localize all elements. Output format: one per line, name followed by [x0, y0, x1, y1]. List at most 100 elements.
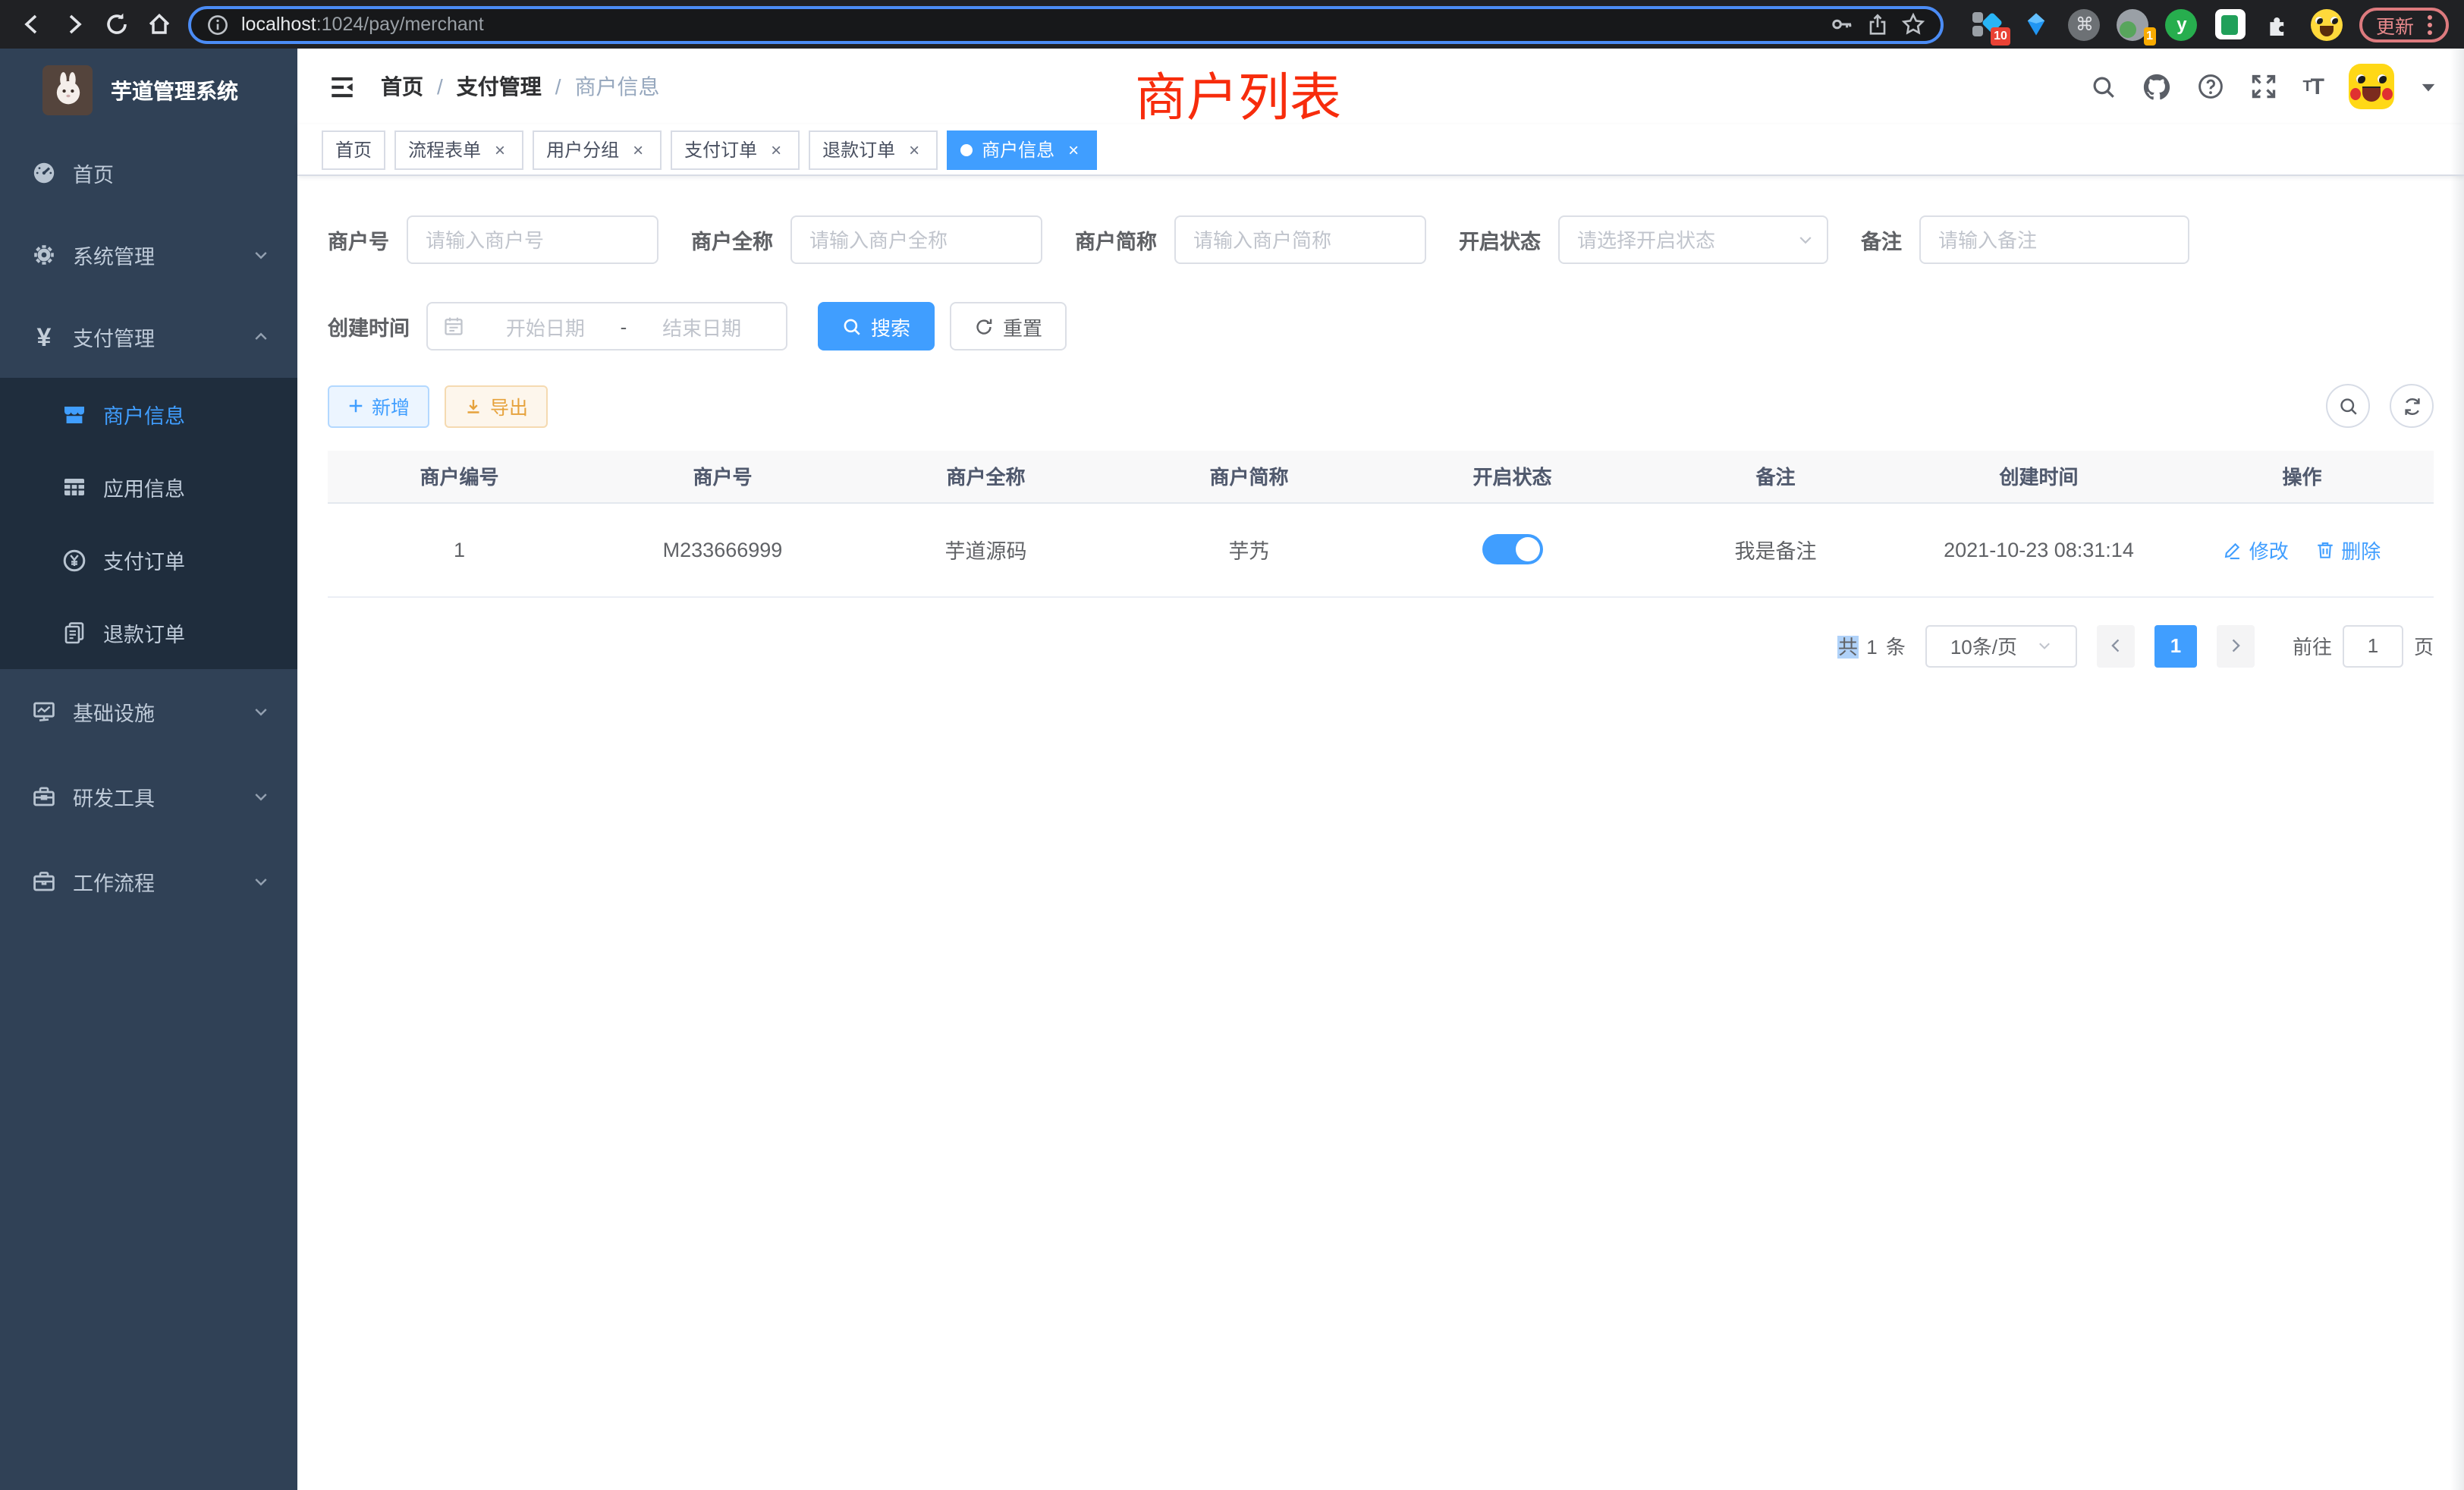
browser-reload-button[interactable] — [97, 5, 137, 44]
fullscreen-icon[interactable] — [2249, 73, 2277, 100]
cell-create-time: 2021-10-23 08:31:14 — [1907, 502, 2170, 596]
status-toggle[interactable] — [1482, 534, 1543, 564]
extensions-puzzle-icon[interactable] — [2262, 8, 2296, 41]
browser-back-button[interactable] — [12, 5, 52, 44]
tab-home[interactable]: 首页 — [322, 130, 385, 169]
user-menu-caret-icon[interactable] — [2420, 78, 2437, 95]
browser-url-bar[interactable]: localhost:1024/pay/merchant — [188, 5, 1944, 43]
sidebar-collapse-icon[interactable] — [325, 70, 358, 103]
share-icon[interactable] — [1866, 13, 1889, 36]
browser-toolbar: localhost:1024/pay/merchant 10 ⌘ — [0, 0, 2464, 49]
extension-notes-icon[interactable] — [2214, 8, 2247, 41]
extension-y-icon[interactable]: y — [2165, 8, 2198, 41]
col-merchant-id: 商户编号 — [328, 451, 591, 502]
cell-merchant-short: 芋艿 — [1117, 502, 1381, 596]
profile-emoji-icon[interactable] — [2311, 8, 2344, 41]
delete-link[interactable]: 删除 — [2315, 535, 2381, 564]
reset-button[interactable]: 重置 — [950, 302, 1067, 350]
col-merchant-name: 商户全称 — [854, 451, 1117, 502]
sidebar-item-system[interactable]: 系统管理 — [0, 214, 297, 296]
sidebar-item-dev-tools[interactable]: 研发工具 — [0, 754, 297, 839]
font-size-icon[interactable]: TT — [2302, 74, 2323, 99]
screen: localhost:1024/pay/merchant 10 ⌘ — [0, 0, 2464, 1490]
page-number-1[interactable]: 1 — [2154, 624, 2197, 667]
extension-command-icon[interactable]: ⌘ — [2068, 8, 2101, 41]
page-size-select[interactable]: 10条/页 — [1925, 624, 2077, 667]
chevron-down-icon — [252, 246, 270, 264]
remark-input[interactable] — [1919, 215, 2189, 264]
close-icon[interactable]: × — [904, 140, 924, 159]
chevron-up-icon — [252, 328, 270, 346]
export-button[interactable]: 导出 — [445, 385, 548, 427]
extension-gem-icon[interactable] — [2019, 8, 2053, 41]
sidebar-item-app-info[interactable]: 应用信息 — [0, 451, 297, 523]
browser-update-button[interactable]: 更新 — [2359, 7, 2449, 42]
sidebar-item-home[interactable]: 首页 — [0, 132, 297, 214]
help-icon[interactable] — [2196, 73, 2224, 100]
dashboard-icon — [32, 161, 56, 185]
sidebar-item-refund-order[interactable]: 退款订单 — [0, 596, 297, 669]
cell-merchant-id: 1 — [328, 502, 591, 596]
search-button[interactable]: 搜索 — [818, 302, 935, 350]
tab-refund-order[interactable]: 退款订单 × — [809, 130, 938, 169]
add-button[interactable]: 新增 — [328, 385, 429, 427]
monitor-chart-icon — [32, 699, 56, 724]
header-search-icon[interactable] — [2090, 74, 2116, 99]
url-path: :1024/pay/merchant — [316, 14, 484, 35]
breadcrumb-home[interactable]: 首页 — [381, 71, 423, 102]
url-text: localhost:1024/pay/merchant — [241, 14, 1818, 35]
github-icon[interactable] — [2142, 72, 2170, 101]
next-page-button[interactable] — [2217, 624, 2255, 667]
browser-menu-icon[interactable] — [2428, 14, 2432, 34]
show-search-toggle-button[interactable] — [2326, 384, 2370, 428]
yen-circle-icon — [62, 547, 86, 573]
user-avatar[interactable] — [2349, 64, 2394, 109]
bookmark-star-icon[interactable] — [1901, 12, 1925, 36]
pagination: 共 1 条 10条/页 1 前往 — [328, 624, 2434, 667]
close-icon[interactable]: × — [490, 140, 510, 159]
sidebar-item-infra[interactable]: 基础设施 — [0, 669, 297, 754]
breadcrumb-pay[interactable]: 支付管理 — [457, 71, 542, 102]
app-header: 首页 / 支付管理 / 商户信息 — [297, 49, 2464, 124]
chevron-down-icon — [252, 872, 270, 891]
sidebar-item-label: 基础设施 — [73, 696, 155, 727]
extension-session-icon[interactable]: 1 — [2117, 8, 2150, 41]
sidebar-item-workflow[interactable]: 工作流程 — [0, 839, 297, 924]
merchant-name-input[interactable] — [790, 215, 1042, 264]
field-label: 商户简称 — [1075, 225, 1157, 255]
prev-page-button[interactable] — [2097, 624, 2135, 667]
site-info-icon[interactable] — [206, 13, 229, 36]
close-icon[interactable]: × — [766, 140, 786, 159]
merchant-short-input[interactable] — [1174, 215, 1425, 264]
date-end-placeholder[interactable]: 结束日期 — [633, 312, 771, 341]
sidebar-item-pay-order[interactable]: 支付订单 — [0, 523, 297, 596]
browser-home-button[interactable] — [140, 5, 179, 44]
table-header-row: 商户编号 商户号 商户全称 商户简称 开启状态 备注 创建时间 操作 — [328, 451, 2434, 502]
tab-process-form[interactable]: 流程表单 × — [394, 130, 523, 169]
pagination-total: 共 1 条 — [1838, 631, 1907, 660]
merchant-no-input[interactable] — [406, 215, 658, 264]
browser-forward-button[interactable] — [55, 5, 94, 44]
sidebar-item-label: 支付订单 — [103, 545, 185, 575]
tab-pay-order[interactable]: 支付订单 × — [671, 130, 800, 169]
goto-page-input[interactable] — [2343, 624, 2403, 667]
password-key-icon[interactable] — [1830, 12, 1854, 36]
edit-link[interactable]: 修改 — [2224, 535, 2289, 564]
sidebar-item-merchant-info[interactable]: 商户信息 — [0, 378, 297, 451]
tab-user-group[interactable]: 用户分组 × — [533, 130, 662, 169]
tab-merchant-info[interactable]: 商户信息 × — [947, 130, 1097, 169]
chevron-down-icon — [2035, 637, 2052, 654]
status-select[interactable] — [1557, 215, 1828, 264]
table-toolbar: 新增 导出 — [328, 384, 2434, 428]
refresh-table-button[interactable] — [2390, 384, 2434, 428]
close-icon[interactable]: × — [628, 140, 648, 159]
breadcrumb: 首页 / 支付管理 / 商户信息 — [381, 71, 660, 102]
date-range-picker[interactable]: 开始日期 - 结束日期 — [426, 302, 787, 350]
extension-tiles-icon[interactable]: 10 — [1971, 8, 2004, 41]
sidebar-item-pay[interactable]: ¥ 支付管理 — [0, 296, 297, 378]
sidebar-item-label: 应用信息 — [103, 472, 185, 502]
cell-status — [1381, 502, 1644, 596]
date-start-placeholder[interactable]: 开始日期 — [476, 312, 614, 341]
logo-rabbit-image — [42, 65, 93, 115]
close-icon[interactable]: × — [1064, 140, 1083, 159]
